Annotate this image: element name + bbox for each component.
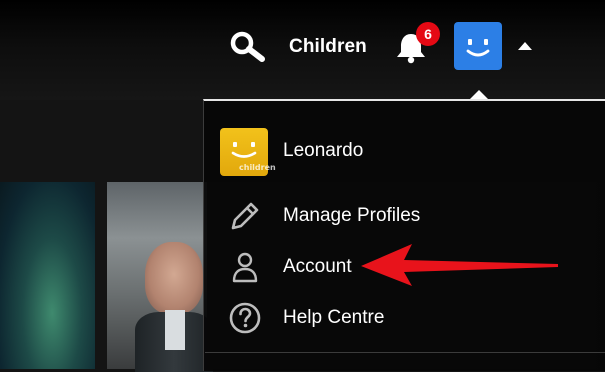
menu-pointer [470,90,488,99]
annotation-arrow [360,242,560,287]
thumbnail-face [145,242,203,314]
profile-avatar-kids: children [220,128,276,176]
notification-count-badge: 6 [416,22,440,46]
pencil-icon [228,199,262,233]
current-profile-name[interactable]: Children [289,36,367,58]
person-icon [228,250,262,284]
profile-avatar[interactable] [454,22,502,70]
profile-name-label: Leonardo [283,140,364,161]
search-icon[interactable] [228,30,268,62]
menu-item-label: Account [283,256,352,277]
caret-up-icon[interactable] [518,42,532,50]
title-thumbnail[interactable] [0,182,95,369]
menu-item-label: Manage Profiles [283,205,421,226]
menu-item-help-centre[interactable]: Help Centre [204,295,605,341]
menu-item-label: Help Centre [283,307,385,328]
kids-avatar-tag: children [239,163,276,172]
thumbnail-shirt [165,310,185,350]
title-thumbnail[interactable] [107,182,213,372]
profile-dropdown-menu: children Leonardo Manage Profiles Accoun… [203,99,605,371]
help-icon [228,301,262,335]
menu-item-manage-profiles[interactable]: Manage Profiles [204,193,605,239]
menu-item-profile[interactable]: children Leonardo [204,128,605,176]
menu-divider [205,352,605,353]
